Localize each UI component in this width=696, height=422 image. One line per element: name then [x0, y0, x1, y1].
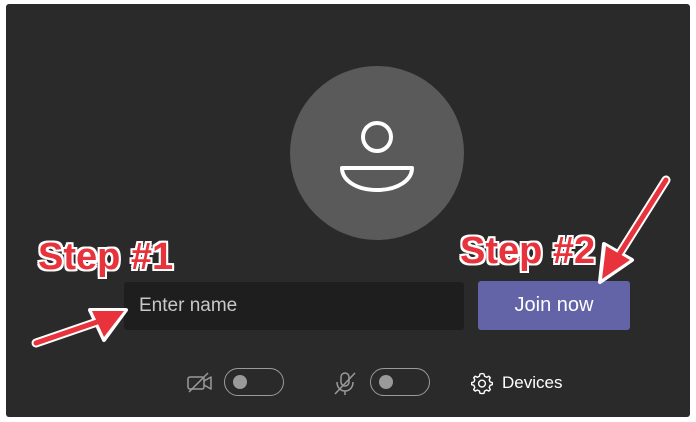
name-input[interactable]: [124, 282, 464, 330]
camera-toggle-knob: [233, 375, 247, 389]
step-2-label: Step #2: [460, 230, 596, 272]
person-icon: [340, 121, 414, 192]
prejoin-panel: Join now Devices: [6, 4, 690, 417]
microphone-toggle-knob: [379, 375, 393, 389]
devices-label: Devices: [502, 373, 563, 392]
camera-off-icon: [187, 372, 212, 393]
microphone-toggle[interactable]: [370, 368, 430, 396]
step-1-label: Step #1: [38, 236, 174, 278]
gear-icon: [471, 372, 493, 395]
camera-toggle[interactable]: [224, 368, 284, 396]
devices-button[interactable]: Devices: [470, 370, 562, 396]
avatar: [290, 66, 464, 240]
mic-off-icon: [334, 372, 356, 395]
join-now-button[interactable]: Join now: [478, 281, 630, 330]
